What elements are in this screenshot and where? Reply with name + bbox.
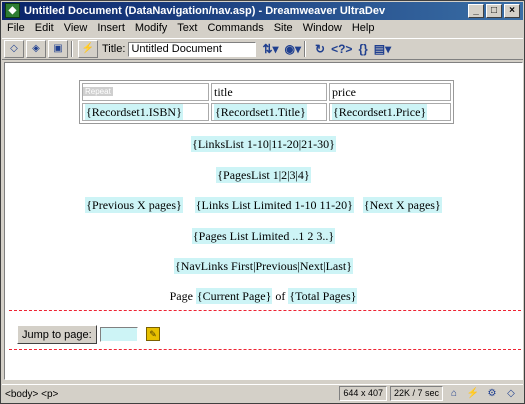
assets-icon[interactable]: ⚡	[465, 386, 481, 401]
table-header-price[interactable]: price	[329, 83, 451, 101]
current-page[interactable]: {Current Page}	[195, 288, 273, 304]
pages-limited-line: {Pages List Limited ..1 2 3..}	[5, 228, 522, 244]
repeat-region-tag[interactable]: Repeat	[83, 87, 113, 96]
site-icon[interactable]: ⌂	[446, 386, 462, 401]
recordset-table: isbn title price {Recordset1.ISBN} {Reco…	[79, 80, 454, 124]
refresh-icon[interactable]: ↻	[315, 42, 325, 56]
dreamweaver-icon: ◆	[5, 3, 20, 18]
dynamic-isbn[interactable]: {Recordset1.ISBN}	[85, 103, 183, 120]
table-row: {Recordset1.ISBN} {Recordset1.Title} {Re…	[82, 103, 451, 121]
behaviors-icon[interactable]: ⚙	[484, 386, 500, 401]
menu-text[interactable]: Text	[172, 20, 202, 37]
script-marker-icon[interactable]: ✎	[146, 327, 160, 341]
reference-icon[interactable]: <?>	[331, 42, 352, 56]
menu-insert[interactable]: Insert	[92, 20, 130, 37]
maximize-button[interactable]: □	[486, 4, 502, 18]
pages-list-limited[interactable]: {Pages List Limited ..1 2 3..}	[191, 228, 336, 244]
links-list[interactable]: {LinksList 1-10|11-20|21-30}	[191, 136, 336, 152]
menu-help[interactable]: Help	[347, 20, 380, 37]
download-time: 22K / 7 sec	[389, 386, 443, 401]
minimize-button[interactable]: _	[468, 4, 484, 18]
navlinks[interactable]: {NavLinks First|Previous|Next|Last}	[173, 258, 354, 274]
dynamic-title[interactable]: {Recordset1.Title}	[214, 103, 307, 120]
pages-list-line: {PagesList 1|2|3|4}	[5, 167, 522, 183]
file-management-icon[interactable]: ⇅▾	[262, 42, 278, 56]
title-label: Title:	[102, 43, 126, 55]
close-button[interactable]: ×	[504, 4, 520, 18]
window-size[interactable]: 644 x 407	[339, 386, 387, 401]
split-view-icon[interactable]: ◈	[26, 40, 46, 58]
title-bar[interactable]: ◆ Untitled Document (DataNavigation/nav.…	[2, 2, 523, 20]
status-bar: <body> <p> 644 x 407 22K / 7 sec ⌂ ⚡ ⚙ ◇	[2, 384, 523, 403]
code-navigation-icon[interactable]: {}	[358, 42, 367, 56]
table-row: isbn title price	[82, 83, 451, 101]
jump-page-input[interactable]	[100, 327, 138, 342]
view-options-icon[interactable]: ▤▾	[374, 42, 391, 56]
status-right: 644 x 407 22K / 7 sec ⌂ ⚡ ⚙ ◇	[339, 386, 519, 401]
page-title-input[interactable]	[128, 41, 257, 57]
toolbar-separator	[304, 41, 307, 57]
code-view-icon[interactable]: ◇	[4, 40, 24, 58]
tag-selector[interactable]: <body> <p>	[5, 389, 58, 400]
document-toolbar: ◇ ◈ ▣ ⚡ Title: ⇅▾ ◉▾ ↻ <?> {} ▤▾	[2, 38, 523, 60]
menu-window[interactable]: Window	[298, 20, 347, 37]
links-list-line: {LinksList 1-10|11-20|21-30}	[5, 136, 522, 152]
menu-file[interactable]: File	[2, 20, 30, 37]
live-data-icon[interactable]: ⚡	[78, 40, 98, 58]
menu-edit[interactable]: Edit	[30, 20, 59, 37]
app-window: ◆ Untitled Document (DataNavigation/nav.…	[0, 0, 525, 404]
pages-list[interactable]: {PagesList 1|2|3|4}	[216, 167, 311, 183]
window-title: Untitled Document (DataNavigation/nav.as…	[24, 5, 386, 17]
table-header-title[interactable]: title	[211, 83, 327, 101]
of-label: of	[275, 289, 286, 303]
prev-next-line: {Previous X pages} {Links List Limited 1…	[5, 197, 522, 213]
navlinks-line: {NavLinks First|Previous|Next|Last}	[5, 258, 522, 274]
next-x-pages[interactable]: {Next X pages}	[362, 197, 442, 213]
design-view-icon[interactable]: ▣	[48, 40, 68, 58]
code-inspector-icon[interactable]: ◇	[503, 386, 519, 401]
links-list-limited[interactable]: {Links List Limited 1-10 11-20}	[194, 197, 354, 213]
menu-site[interactable]: Site	[269, 20, 298, 37]
dynamic-price[interactable]: {Recordset1.Price}	[332, 103, 428, 120]
page-count-line: Page {Current Page} of {Total Pages}	[5, 288, 522, 304]
jump-to-page-button[interactable]: Jump to page:	[17, 325, 97, 344]
menu-view[interactable]: View	[59, 20, 93, 37]
toolbar-separator	[71, 41, 73, 57]
menu-modify[interactable]: Modify	[130, 20, 172, 37]
previous-x-pages[interactable]: {Previous X pages}	[85, 197, 183, 213]
preview-browser-icon[interactable]: ◉▾	[285, 42, 302, 56]
design-view[interactable]: isbn title price {Recordset1.ISBN} {Reco…	[4, 62, 523, 380]
menu-commands[interactable]: Commands	[202, 20, 268, 37]
total-pages[interactable]: {Total Pages}	[288, 288, 358, 304]
window-controls: _ □ ×	[468, 4, 520, 18]
menu-bar: File Edit View Insert Modify Text Comman…	[2, 20, 523, 37]
page-prefix: Page	[169, 289, 193, 303]
